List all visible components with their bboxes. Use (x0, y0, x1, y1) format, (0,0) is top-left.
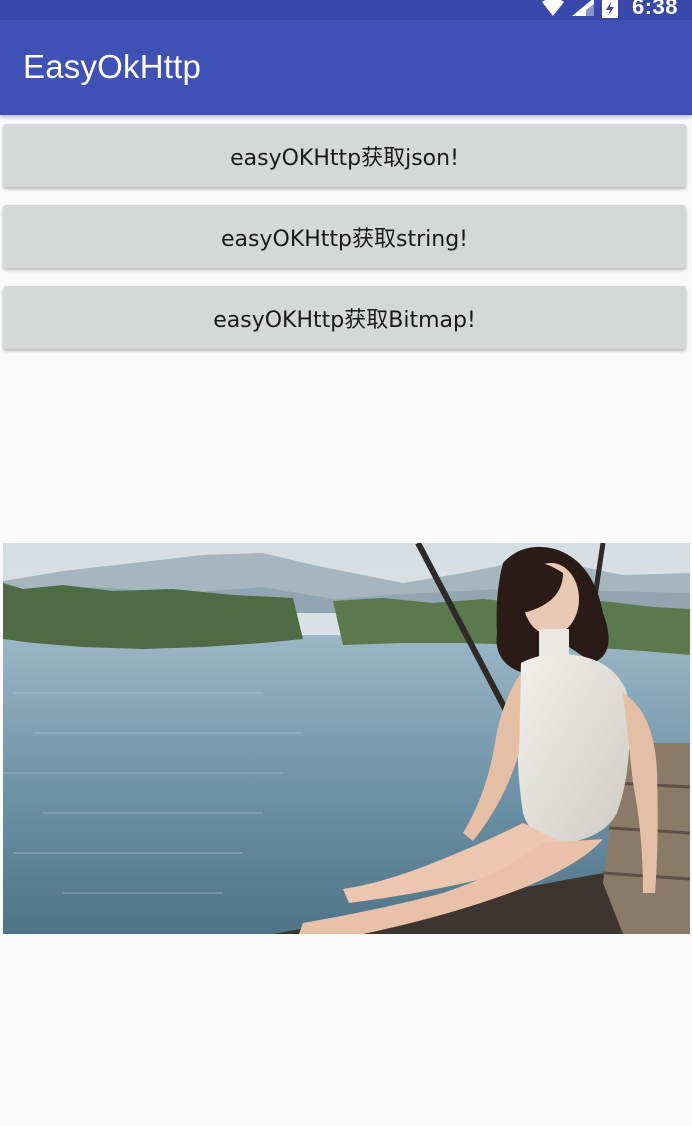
get-bitmap-button[interactable]: easyOKHttp获取Bitmap! (3, 286, 686, 349)
cell-signal-icon (571, 0, 594, 16)
app-bar: EasyOkHttp (0, 20, 692, 115)
loaded-bitmap-image (3, 543, 690, 934)
battery-icon (601, 0, 618, 18)
wifi-icon (541, 0, 564, 16)
app-title: EasyOkHttp (23, 48, 202, 85)
status-time: 6:38 (631, 0, 678, 19)
status-bar: 6:38 (0, 0, 692, 20)
get-json-button[interactable]: easyOKHttp获取json! (3, 124, 686, 187)
app-screen: 6:38 EasyOkHttp easyOKHttp获取json! easyOK… (0, 0, 692, 1126)
get-string-button[interactable]: easyOKHttp获取string! (3, 205, 686, 268)
status-icons: 6:38 (541, 0, 678, 20)
